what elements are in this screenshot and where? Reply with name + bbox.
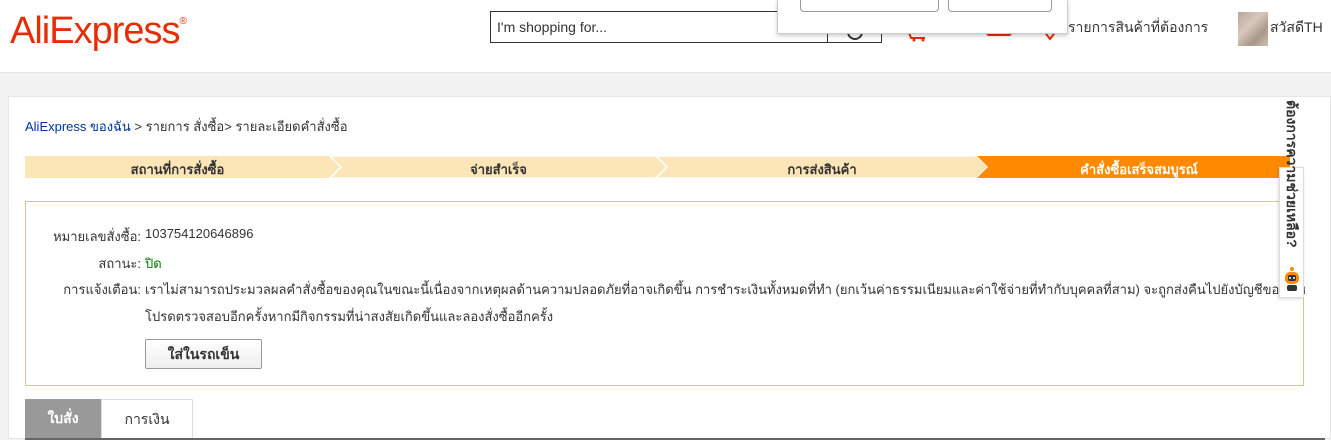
step-label-3: การส่งสินค้า — [787, 162, 857, 177]
robot-icon — [1285, 267, 1299, 291]
wishlist-link[interactable]: รายการสินค้าที่ต้องการ — [1068, 17, 1208, 39]
breadcrumb: AliExpress ของฉัน > รายการ สั่งซื้อ> ราย… — [25, 116, 348, 137]
order-info-box: หมายเลขสั่งซื้อ: 103754120646896 สถานะ: … — [25, 201, 1305, 386]
notice-line-1: เราไม่สามารถประมวลผลคำสั่งซื้อของคุณในขณ… — [145, 282, 1305, 297]
breadcrumb-separator: > — [224, 119, 236, 134]
avatar[interactable] — [1238, 12, 1268, 46]
step-label-4: คำสั่งซื้อเสร็จสมบูรณ์ — [1080, 162, 1198, 177]
top-header: AliExpress® รายการสินค้าที่ต้องการ สวัสด… — [0, 0, 1331, 73]
popup-button-left[interactable] — [800, 0, 939, 12]
logo-registered-mark: ® — [179, 16, 187, 27]
order-number-value: 103754120646896 — [145, 226, 254, 241]
help-widget[interactable]: ต้องการความช่วยเหลือ? — [1279, 100, 1304, 298]
order-detail-panel: AliExpress ของฉัน > รายการ สั่งซื้อ> ราย… — [8, 96, 1331, 440]
order-progress-steps: สถานที่การสั่งซื้อ จ่ายสำเร็จ การส่งสินค… — [25, 156, 1290, 178]
breadcrumb-current: รายละเอียดคำสั่งซื้อ — [235, 119, 348, 134]
add-to-cart-button[interactable]: ใส่ในรถเข็น — [145, 339, 262, 369]
breadcrumb-separator: > — [130, 119, 146, 134]
dropdown-popup — [777, 0, 1068, 34]
popup-button-right[interactable] — [948, 0, 1052, 12]
notice-label: การแจ้งเตือน: — [63, 282, 141, 297]
step-label-1: สถานที่การสั่งซื้อ — [130, 162, 225, 177]
tab-order[interactable]: ใบสั่ง — [25, 399, 101, 438]
greeting-text[interactable]: สวัสดีTH — [1270, 17, 1323, 39]
notice-line-2: โปรดตรวจสอบอีกครั้งหากมีกิจกรรมที่น่าสงส… — [145, 309, 554, 324]
order-number-label: หมายเลขสั่งซื้อ: — [53, 229, 141, 244]
breadcrumb-home[interactable]: AliExpress ของฉัน — [25, 119, 131, 134]
help-label: ต้องการความช่วยเหลือ? — [1284, 100, 1300, 248]
step-label-2: จ่ายสำเร็จ — [470, 162, 527, 177]
logo-text: AliExpress — [10, 10, 180, 52]
detail-tabs: ใบสั่ง การเงิน — [25, 399, 1325, 440]
aliexpress-logo[interactable]: AliExpress® — [10, 10, 187, 53]
tab-finance[interactable]: การเงิน — [101, 399, 193, 438]
status-value: ปิด — [145, 256, 162, 271]
breadcrumb-orders[interactable]: รายการ สั่งซื้อ — [146, 119, 225, 134]
status-label: สถานะ: — [98, 256, 141, 271]
